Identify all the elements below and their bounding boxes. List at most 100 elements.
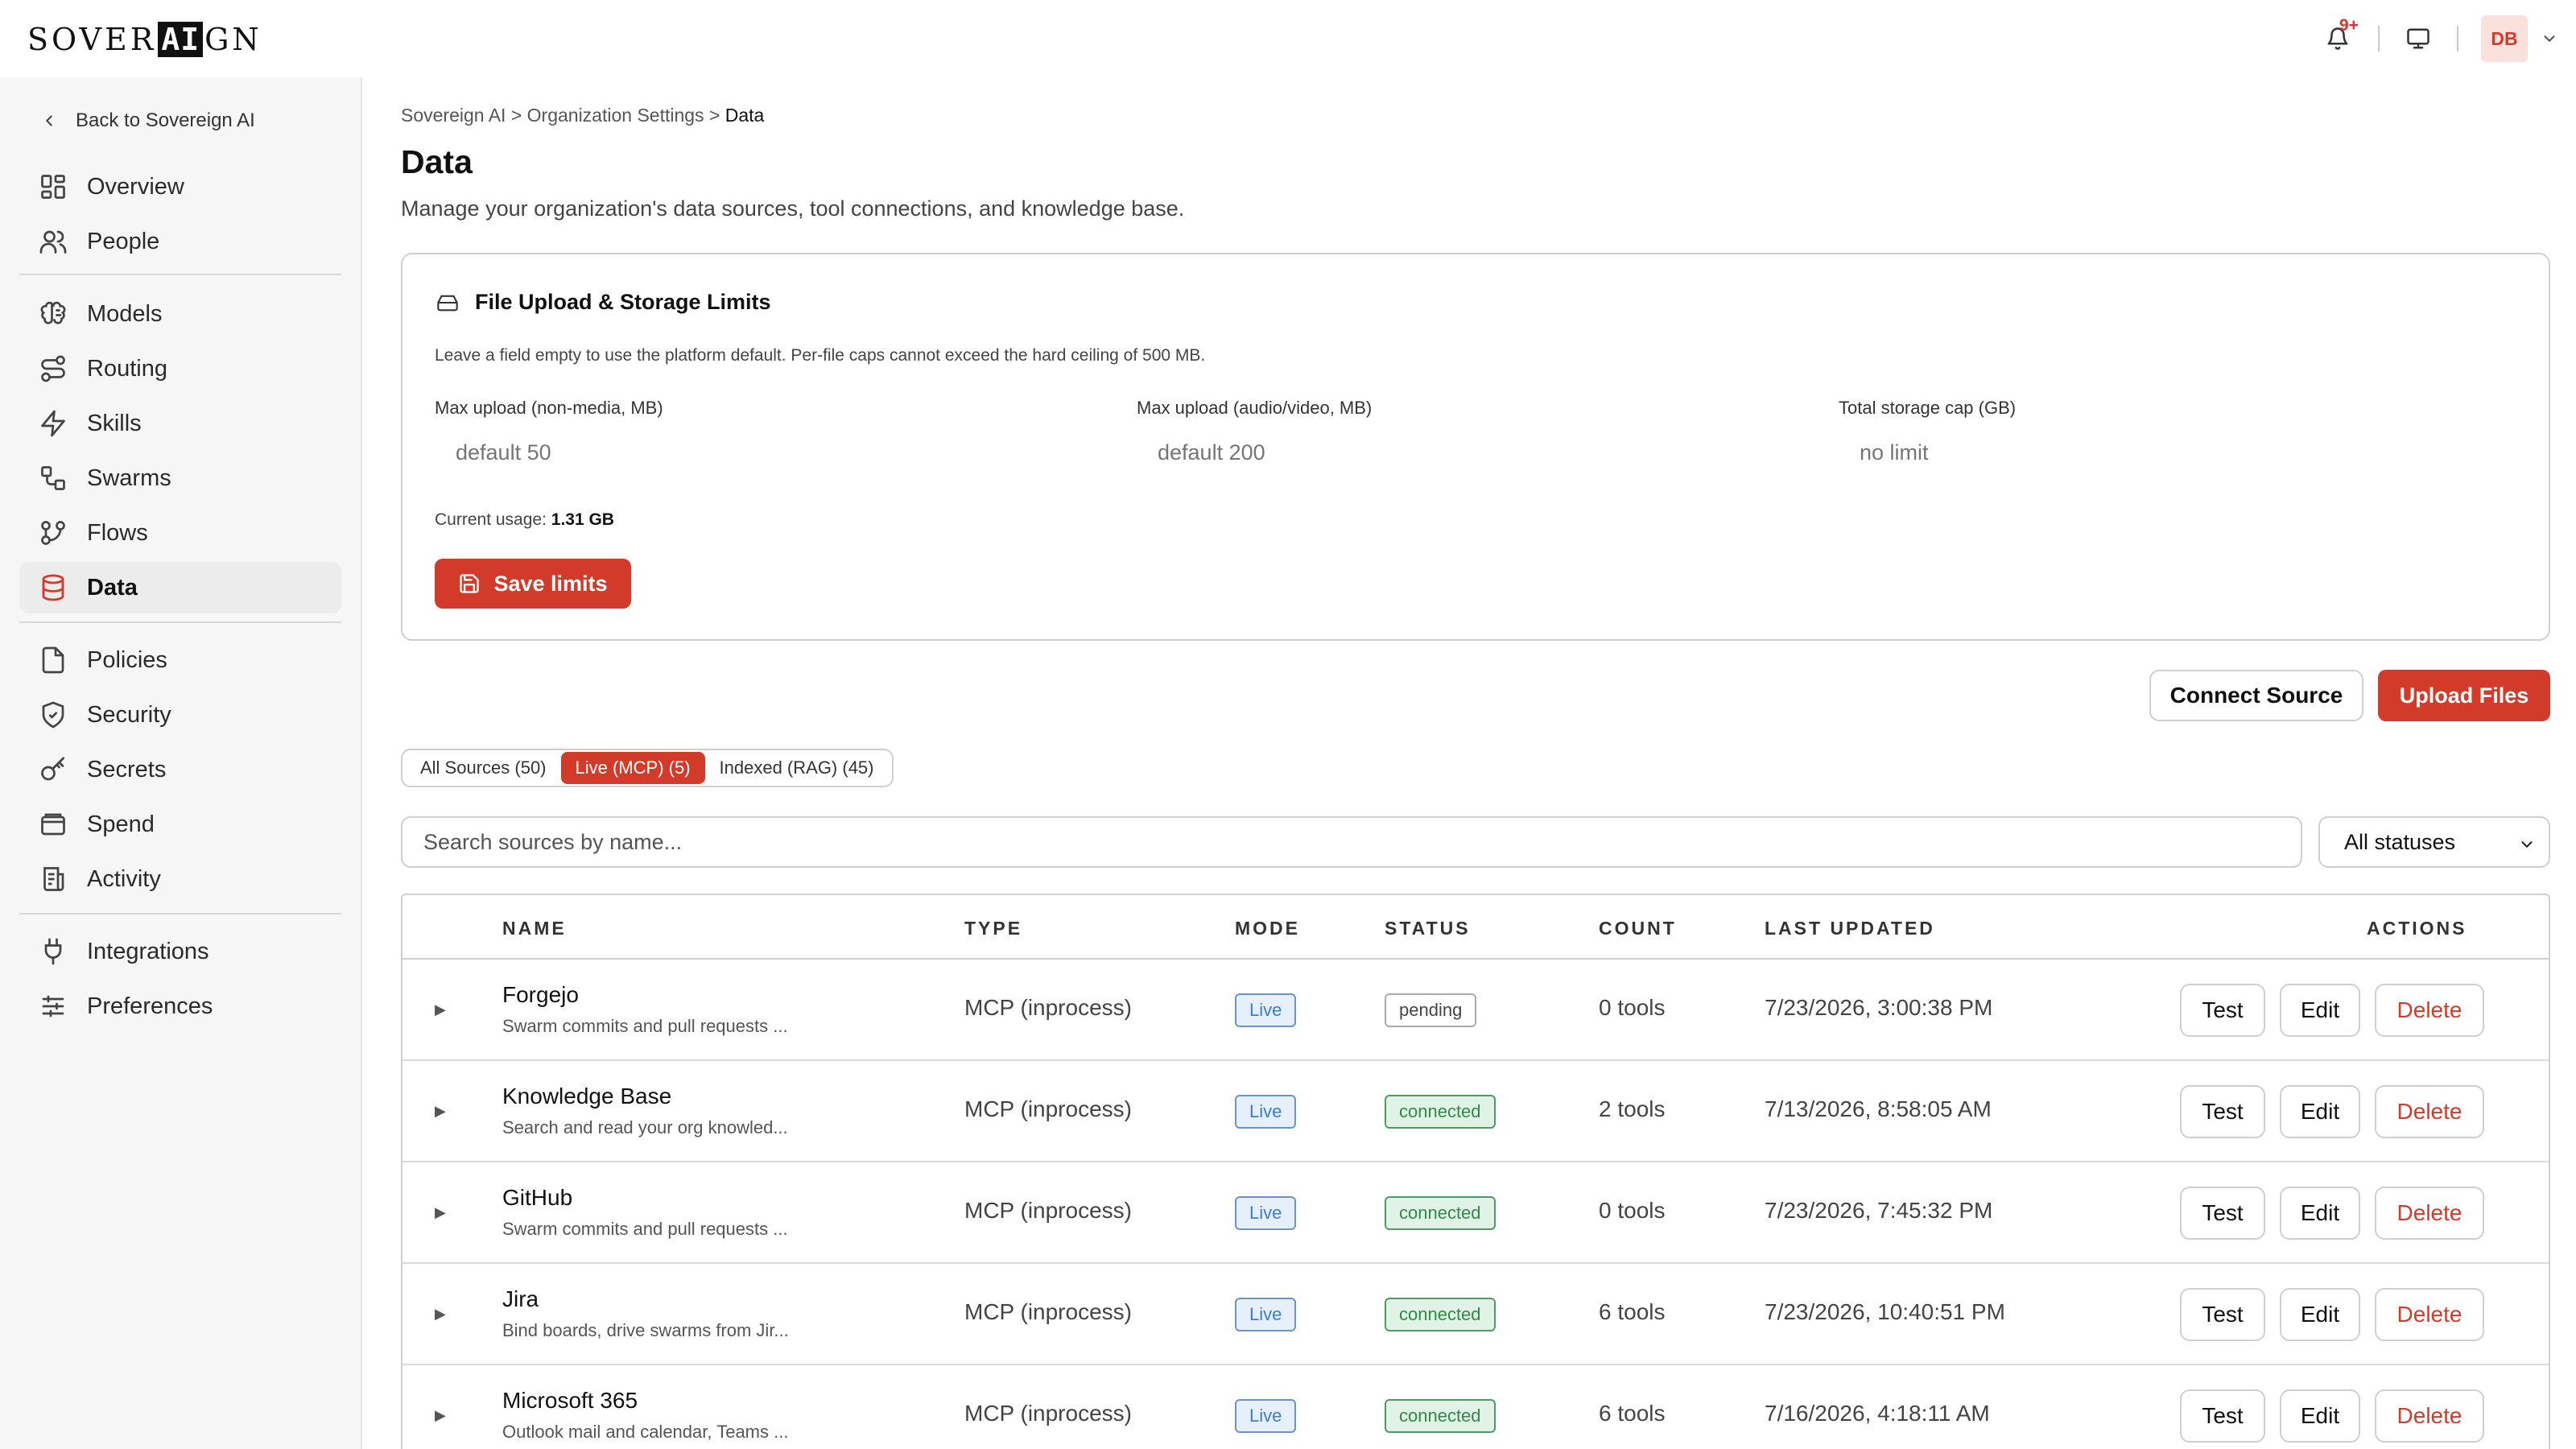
column-header-name[interactable]: NAME xyxy=(502,918,567,939)
tool-count: 6 tools xyxy=(1599,1299,1666,1324)
table-row[interactable]: ▶ Forgejo Swarm commits and pull request… xyxy=(402,960,2549,1061)
mode-badge: Live xyxy=(1235,1399,1297,1433)
edit-button[interactable]: Edit xyxy=(2280,1389,2360,1443)
divider xyxy=(2457,26,2458,52)
breadcrumb-separator: > xyxy=(708,105,720,126)
tool-count: 0 tools xyxy=(1599,1198,1666,1223)
test-button[interactable]: Test xyxy=(2180,984,2265,1037)
source-name: Forgejo xyxy=(502,982,579,1007)
column-header-count[interactable]: COUNT xyxy=(1599,918,1677,939)
sidebar-item-secrets[interactable]: Secrets xyxy=(19,744,341,795)
storage-cap-input[interactable] xyxy=(1839,430,2499,475)
sidebar-item-routing[interactable]: Routing xyxy=(19,343,341,394)
breadcrumb-root[interactable]: Sovereign AI xyxy=(401,105,506,126)
sidebar-item-label: Security xyxy=(87,701,171,728)
column-header-type[interactable]: TYPE xyxy=(964,918,1022,939)
sidebar-item-people[interactable]: People xyxy=(19,216,341,267)
document-icon xyxy=(42,646,64,674)
page-subtitle: Manage your organization's data sources,… xyxy=(401,196,1185,221)
test-button[interactable]: Test xyxy=(2180,1085,2265,1138)
breadcrumb: Sovereign AI > Organization Settings > D… xyxy=(401,105,764,126)
max-upload-input[interactable] xyxy=(435,430,1095,475)
sidebar-item-skills[interactable]: Skills xyxy=(19,398,341,449)
status-filter-select[interactable]: All statuses xyxy=(2318,816,2550,868)
max-media-upload-input[interactable] xyxy=(1137,430,1797,475)
sidebar-item-models[interactable]: Models xyxy=(19,288,341,340)
delete-button[interactable]: Delete xyxy=(2375,1288,2484,1341)
brain-icon xyxy=(40,301,66,324)
test-button[interactable]: Test xyxy=(2180,1389,2265,1443)
display-button[interactable] xyxy=(2402,16,2434,61)
sidebar-item-policies[interactable]: Policies xyxy=(19,634,341,686)
back-link[interactable]: Back to Sovereign AI xyxy=(40,109,255,132)
source-type: MCP (inprocess) xyxy=(964,995,1132,1020)
column-header-actions: ACTIONS xyxy=(2367,918,2467,939)
sidebar-item-data[interactable]: Data xyxy=(19,562,341,613)
sidebar-item-label: Secrets xyxy=(87,756,167,782)
sidebar-item-integrations[interactable]: Integrations xyxy=(19,926,341,977)
connect-source-button[interactable]: Connect Source xyxy=(2149,670,2363,721)
table-row[interactable]: ▶ GitHub Swarm commits and pull requests… xyxy=(402,1162,2549,1264)
plug-icon xyxy=(44,938,62,965)
notifications-button[interactable]: 9+ xyxy=(2320,16,2359,61)
column-header-last-updated[interactable]: LAST UPDATED xyxy=(1765,918,1935,939)
expand-caret-icon[interactable]: ▶ xyxy=(435,1103,446,1120)
sidebar-item-flows[interactable]: Flows xyxy=(19,507,341,559)
account-menu-button[interactable] xyxy=(2539,28,2560,49)
table-row[interactable]: ▶ Jira Bind boards, drive swarms from Ji… xyxy=(402,1264,2549,1365)
tab-indexed-rag[interactable]: Indexed (RAG) (45) xyxy=(705,752,889,784)
test-button[interactable]: Test xyxy=(2180,1187,2265,1240)
table-row[interactable]: ▶ Microsoft 365 Outlook mail and calenda… xyxy=(402,1365,2549,1449)
chevron-left-icon xyxy=(46,115,52,126)
tool-count: 6 tools xyxy=(1599,1401,1666,1426)
upload-files-button[interactable]: Upload Files xyxy=(2378,670,2550,721)
expand-caret-icon[interactable]: ▶ xyxy=(435,1407,446,1424)
edit-button[interactable]: Edit xyxy=(2280,984,2360,1037)
source-type: MCP (inprocess) xyxy=(964,1401,1132,1426)
breadcrumb-org-settings[interactable]: Organization Settings xyxy=(527,105,704,126)
column-header-mode[interactable]: MODE xyxy=(1235,918,1300,939)
avatar[interactable]: DB xyxy=(2481,15,2528,62)
sidebar-item-activity[interactable]: Activity xyxy=(19,853,341,905)
expand-caret-icon[interactable]: ▶ xyxy=(435,1306,446,1323)
sliders-icon xyxy=(42,995,64,1018)
expand-caret-icon[interactable]: ▶ xyxy=(435,1001,446,1018)
sidebar-item-overview[interactable]: Overview xyxy=(19,161,341,213)
sidebar-item-security[interactable]: Security xyxy=(19,689,341,741)
delete-button[interactable]: Delete xyxy=(2375,1187,2484,1240)
back-label: Back to Sovereign AI xyxy=(76,109,255,131)
last-updated: 7/16/2026, 4:18:11 AM xyxy=(1765,1401,1990,1426)
mode-badge: Live xyxy=(1235,993,1297,1027)
sidebar-item-swarms[interactable]: Swarms xyxy=(19,452,341,504)
expand-caret-icon[interactable]: ▶ xyxy=(435,1204,446,1221)
save-limits-button[interactable]: Save limits xyxy=(435,559,631,609)
status-badge: connected xyxy=(1385,1196,1496,1230)
delete-button[interactable]: Delete xyxy=(2375,984,2484,1037)
table-header: NAME TYPE MODE STATUS COUNT LAST UPDATED… xyxy=(402,895,2549,960)
test-button[interactable]: Test xyxy=(2180,1288,2265,1341)
hard-drive-icon xyxy=(437,295,458,311)
source-type: MCP (inprocess) xyxy=(964,1096,1132,1121)
source-name: Knowledge Base xyxy=(502,1084,672,1108)
sidebar-item-spend[interactable]: Spend xyxy=(19,799,341,850)
sidebar-divider xyxy=(19,913,341,914)
column-header-status[interactable]: STATUS xyxy=(1385,918,1471,939)
edit-button[interactable]: Edit xyxy=(2280,1085,2360,1138)
logo[interactable]: SOVER AI GN xyxy=(27,21,262,58)
source-description: Search and read your org knowled... xyxy=(502,1117,788,1137)
page-title: Data xyxy=(401,143,473,180)
tab-live-mcp[interactable]: Live (MCP) (5) xyxy=(560,752,705,784)
sidebar-item-preferences[interactable]: Preferences xyxy=(19,980,341,1032)
search-input[interactable] xyxy=(401,816,2302,868)
delete-button[interactable]: Delete xyxy=(2375,1085,2484,1138)
delete-button[interactable]: Delete xyxy=(2375,1389,2484,1443)
table-row[interactable]: ▶ Knowledge Base Search and read your or… xyxy=(402,1061,2549,1162)
edit-button[interactable]: Edit xyxy=(2280,1187,2360,1240)
edit-button[interactable]: Edit xyxy=(2280,1288,2360,1341)
mode-badge: Live xyxy=(1235,1298,1297,1331)
tab-all-sources[interactable]: All Sources (50) xyxy=(406,752,561,784)
max-upload-label: Max upload (non-media, MB) xyxy=(435,398,663,418)
max-media-upload-label: Max upload (audio/video, MB) xyxy=(1137,398,1373,418)
divider xyxy=(2378,26,2380,52)
sidebar-item-label: Overview xyxy=(87,173,184,200)
